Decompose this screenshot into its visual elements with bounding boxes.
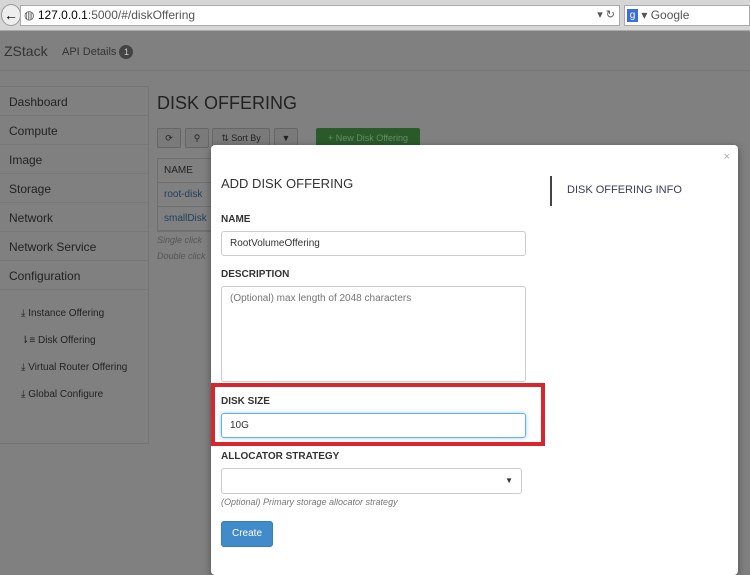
table-header: NAME	[158, 159, 216, 183]
name-label: NAME	[221, 214, 251, 225]
api-count-badge: 1	[119, 45, 134, 59]
description-textarea[interactable]	[221, 286, 526, 382]
sidebar-sub-virtual-router-offering[interactable]: ⤓ Virtual Router Offering	[0, 354, 148, 381]
offering-table: NAME root-disk smallDisk	[157, 158, 217, 232]
description-label: DESCRIPTION	[221, 269, 290, 280]
tab-disk-offering-info[interactable]: DISK OFFERING INFO	[550, 176, 682, 206]
hint-text: Single click	[157, 235, 203, 245]
sidebar-item-storage[interactable]: Storage	[0, 174, 148, 203]
table-row[interactable]: root-disk	[158, 183, 216, 207]
table-row[interactable]: smallDisk	[158, 207, 216, 231]
download-icon: ⤓	[21, 362, 26, 373]
hint-text: Double click	[157, 251, 206, 261]
allocator-help-text: (Optional) Primary storage allocator str…	[221, 497, 398, 507]
sidebar-item-compute[interactable]: Compute	[0, 116, 148, 145]
allocator-strategy-label: ALLOCATOR STRATEGY	[221, 451, 340, 462]
download-icon: ⤓	[21, 389, 26, 400]
app-header: ZStack API Details 1	[0, 31, 750, 71]
name-input[interactable]	[221, 231, 526, 256]
brand[interactable]: ZStack	[4, 43, 48, 59]
page-title: DISK OFFERING	[157, 93, 298, 113]
allocator-strategy-select[interactable]: ▼	[221, 468, 522, 494]
back-button[interactable]: ←	[1, 4, 21, 26]
sidebar-sub-global-configure[interactable]: ⤓ Global Configure	[0, 381, 148, 408]
api-details-link[interactable]: API Details 1	[62, 45, 134, 59]
sort-icon: ⇂≡	[21, 335, 36, 346]
sidebar-sub-instance-offering[interactable]: ⤓ Instance Offering	[0, 300, 148, 327]
disk-size-label: DISK SIZE	[221, 396, 270, 407]
sidebar: Dashboard Compute Image Storage Network …	[0, 86, 149, 444]
create-button[interactable]: Create	[221, 521, 273, 547]
sidebar-sub-disk-offering[interactable]: ⇂≡ Disk Offering	[0, 327, 148, 354]
close-icon[interactable]: ×	[724, 151, 730, 163]
add-disk-offering-dialog: × ADD DISK OFFERING DISK OFFERING INFO N…	[211, 145, 738, 575]
google-icon: g	[627, 9, 638, 23]
browser-toolbar: ← ◍ 127.0.0.1:5000/#/diskOffering ▾ ↻ g ▾…	[0, 0, 750, 31]
chevron-down-icon: ▼	[505, 476, 513, 485]
sidebar-item-network-service[interactable]: Network Service	[0, 232, 148, 261]
dialog-title: ADD DISK OFFERING	[221, 176, 354, 191]
search-bar[interactable]: g ▾ Google	[624, 5, 750, 26]
download-icon: ⤓	[21, 308, 26, 319]
sidebar-item-dashboard[interactable]: Dashboard	[0, 87, 148, 116]
disk-size-input[interactable]	[221, 413, 526, 438]
reload-icon[interactable]: ▾ ↻	[597, 6, 615, 25]
url-bar[interactable]: ◍ 127.0.0.1:5000/#/diskOffering ▾ ↻	[20, 5, 620, 26]
sidebar-item-network[interactable]: Network	[0, 203, 148, 232]
search-button[interactable]: ⚲	[185, 128, 209, 148]
sidebar-item-image[interactable]: Image	[0, 145, 148, 174]
sidebar-item-configuration[interactable]: Configuration	[0, 261, 148, 290]
refresh-button[interactable]: ⟳	[157, 128, 181, 148]
